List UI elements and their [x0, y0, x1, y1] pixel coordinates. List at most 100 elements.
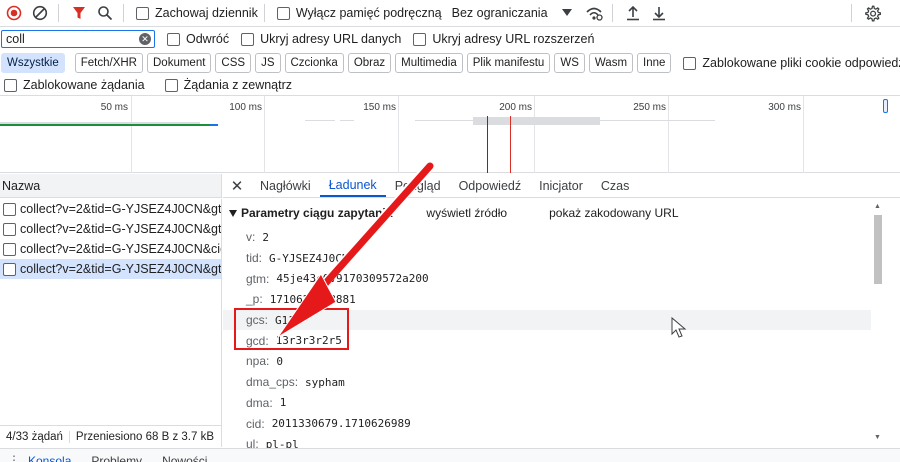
request-row[interactable]: collect?v=2&tid=G-YJSEZ4J0CN&cid=...	[0, 239, 221, 259]
import-har-icon[interactable]	[621, 1, 645, 25]
param-row: npa: 0	[223, 351, 871, 372]
tab-initiator[interactable]: Inicjator	[530, 174, 592, 197]
scrollbar-thumb[interactable]	[874, 215, 882, 284]
clear-icon[interactable]	[28, 1, 52, 25]
type-chip-image[interactable]: Obraz	[347, 53, 392, 73]
param-value: G-YJSEZ4J0CN	[269, 251, 349, 265]
type-chip-font[interactable]: Czcionka	[284, 53, 344, 73]
drawer-tabbar: ⋮ Konsola Problemy Nowości	[0, 448, 900, 462]
toolbar-divider	[851, 4, 852, 22]
view-source-link[interactable]: wyświetl źródło	[426, 206, 507, 220]
param-key: gtm:	[246, 271, 270, 286]
blocked-cookies-checkbox[interactable]: Zablokowane pliki cookie odpowiedzi	[683, 56, 900, 70]
transferred-size: Przeniesiono 68 B z 3.7 kB	[75, 430, 215, 443]
param-key: npa:	[246, 354, 270, 369]
tab-payload[interactable]: Ładunek	[319, 174, 386, 197]
scroll-up-icon[interactable]: ▲	[874, 203, 881, 210]
param-row: cid: 2011330679.1710626989	[223, 413, 871, 434]
triangle-down-icon[interactable]	[229, 209, 237, 217]
hide-extension-urls-checkbox[interactable]: Ukryj adresy URL rozszerzeń	[413, 32, 594, 46]
param-value: pl-pl	[265, 437, 299, 448]
timeline-resize-handle[interactable]	[883, 99, 888, 113]
toolbar-divider	[263, 4, 265, 22]
export-har-icon[interactable]	[647, 1, 671, 25]
filter-input[interactable]: coll ✕	[1, 30, 155, 48]
request-name: collect?v=2&tid=G-YJSEZ4J0CN&cid=...	[20, 242, 221, 256]
preserve-log-checkbox[interactable]: Zachowaj dziennik	[136, 6, 258, 20]
timeline-tick-label: 250 ms	[633, 102, 666, 113]
search-icon[interactable]	[93, 1, 117, 25]
checkbox-box[interactable]	[413, 32, 427, 46]
request-list: collect?v=2&tid=G-YJSEZ4J0CN&gtm... coll…	[0, 199, 222, 425]
request-type-icon	[3, 222, 16, 236]
checkbox-box[interactable]	[136, 6, 149, 20]
type-chip-fetch-xhr[interactable]: Fetch/XHR	[74, 53, 143, 73]
invert-checkbox[interactable]: Odwróć	[167, 32, 229, 46]
side-gutter	[885, 199, 900, 448]
checkbox-box[interactable]	[167, 32, 180, 46]
param-value: 0	[276, 354, 283, 368]
type-chip-media[interactable]: Multimedia	[395, 53, 463, 73]
param-row: gcd: 13r3r3r2r5	[223, 330, 871, 351]
blocked-requests-bar: Zablokowane żądania Żądania z zewnątrz	[0, 76, 900, 94]
checkbox-box[interactable]	[164, 78, 178, 92]
timeline-tick-label: 300 ms	[768, 102, 801, 113]
type-chip-css[interactable]: CSS	[215, 53, 252, 73]
type-chip-all[interactable]: Wszystkie	[1, 53, 65, 73]
disable-cache-checkbox[interactable]: Wyłącz pamięć podręczną	[276, 6, 442, 20]
name-column-header[interactable]: Nazwa	[0, 174, 222, 198]
third-party-label: Żądania z zewnątrz	[183, 78, 293, 92]
type-chip-js[interactable]: JS	[255, 53, 281, 73]
type-chip-document[interactable]: Dokument	[147, 53, 212, 73]
filter-input-value: coll	[6, 32, 25, 46]
record-icon[interactable]	[2, 1, 26, 25]
third-party-checkbox[interactable]: Żądania z zewnątrz	[164, 78, 293, 92]
network-conditions-icon[interactable]	[582, 1, 606, 25]
request-row[interactable]: collect?v=2&tid=G-YJSEZ4J0CN&gtm...	[0, 199, 221, 219]
close-icon[interactable]: ✕	[223, 174, 251, 197]
view-url-encoded-link[interactable]: pokaż zakodowany URL	[549, 206, 678, 220]
tab-preview[interactable]: Podgląd	[386, 174, 450, 197]
param-key: _p:	[246, 292, 263, 307]
tab-response[interactable]: Odpowiedź	[450, 174, 531, 197]
tab-whats-new[interactable]: Nowości	[152, 449, 217, 462]
param-key: dma_cps:	[246, 375, 299, 390]
param-row: tid: G-YJSEZ4J0CN	[223, 248, 871, 269]
more-vertical-icon[interactable]: ⋮	[0, 449, 20, 462]
timeline-overview[interactable]: 50 ms 100 ms 150 ms 200 ms 250 ms 300 ms	[0, 95, 900, 173]
type-chip-manifest[interactable]: Plik manifestu	[466, 53, 551, 73]
type-chip-other[interactable]: Inne	[637, 53, 672, 73]
type-chip-wasm[interactable]: Wasm	[588, 53, 634, 73]
throttling-select[interactable]: Bez ograniczania	[452, 6, 572, 20]
request-row-selected[interactable]: collect?v=2&tid=G-YJSEZ4J0CN&gtm...	[0, 259, 221, 279]
checkbox-box[interactable]	[683, 56, 697, 70]
request-name: collect?v=2&tid=G-YJSEZ4J0CN&gtm...	[20, 262, 221, 276]
timeline-bar-grey	[473, 117, 600, 125]
checkbox-box[interactable]	[241, 32, 255, 46]
param-value: 1	[279, 396, 287, 410]
tab-console[interactable]: Konsola	[18, 449, 81, 462]
gear-icon[interactable]	[860, 1, 884, 25]
dropdown-arrow-icon	[561, 9, 572, 16]
hide-data-urls-checkbox[interactable]: Ukryj adresy URL danych	[241, 32, 401, 46]
request-row[interactable]: collect?v=2&tid=G-YJSEZ4J0CN&gtm...	[0, 219, 221, 239]
hide-extension-urls-label: Ukryj adresy URL rozszerzeń	[432, 32, 595, 46]
param-key: gcd:	[246, 333, 269, 348]
checkbox-box[interactable]	[276, 6, 290, 20]
scroll-down-icon[interactable]: ▼	[874, 434, 881, 441]
blocked-requests-checkbox[interactable]: Zablokowane żądania	[4, 78, 145, 92]
request-name: collect?v=2&tid=G-YJSEZ4J0CN&gtm...	[20, 202, 221, 216]
checkbox-box[interactable]	[4, 78, 17, 92]
tab-timing[interactable]: Czas	[592, 174, 638, 197]
timeline-tick-label: 150 ms	[363, 102, 396, 113]
query-params-header[interactable]: Parametry ciągu zapytania wyświetl źródł…	[223, 199, 871, 227]
filter-icon[interactable]	[67, 1, 91, 25]
timeline-bar-blue	[210, 124, 218, 126]
payload-scrollbar[interactable]: ▲ ▼	[871, 199, 885, 448]
tab-headers[interactable]: Nagłówki	[251, 174, 320, 197]
clear-filter-icon[interactable]: ✕	[139, 33, 151, 45]
type-chip-ws[interactable]: WS	[554, 53, 585, 73]
request-type-icon	[3, 262, 16, 276]
tab-issues[interactable]: Problemy	[81, 449, 152, 462]
preserve-log-label: Zachowaj dziennik	[155, 6, 258, 20]
